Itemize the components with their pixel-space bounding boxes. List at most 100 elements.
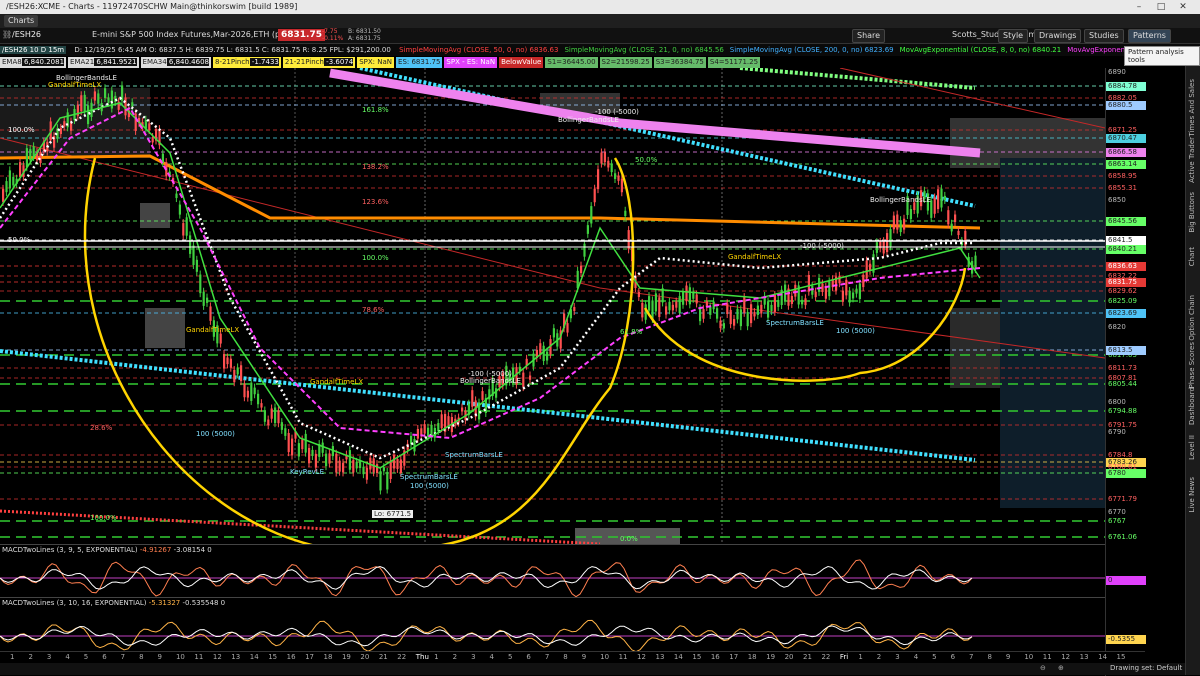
candle-body: [355, 461, 358, 469]
study-entry[interactable]: MovAvgExponential (CLOSE, 8, 0, no) 6840…: [900, 46, 1062, 54]
drawing-set[interactable]: Drawing set: Default: [1110, 664, 1182, 672]
study-entry[interactable]: SimpleMovingAvg (CLOSE, 50, 0, no) 6836.…: [399, 46, 558, 54]
tab-charts[interactable]: Charts: [4, 15, 39, 27]
candle-body: [719, 320, 722, 329]
price-level-label: 6831.75: [1106, 278, 1146, 287]
price-level-label: 6870.47: [1106, 134, 1146, 143]
candle-body: [753, 312, 756, 317]
candle-body: [573, 307, 576, 312]
studies-button[interactable]: Studies: [1084, 29, 1124, 43]
candle-body: [617, 175, 620, 181]
time-tick: 1: [10, 653, 15, 661]
time-tick: 1: [434, 653, 439, 661]
symbol-input[interactable]: /ESH26: [12, 30, 41, 39]
candle-body: [233, 369, 236, 383]
zoom-out-icon[interactable]: ⊖: [1040, 664, 1046, 672]
candle-body: [940, 188, 943, 208]
price-chart[interactable]: 161.8% 100.0% 138.2% 123.6% 100.0% 78.6% 50.0%…: [0, 66, 1106, 554]
style-button[interactable]: Style: [998, 29, 1029, 43]
candle-body: [903, 218, 906, 230]
macd-panel-1[interactable]: MACDTwoLines (3, 9, 5, EXPONENTIAL) -4.9…: [0, 544, 1105, 598]
candle-body: [80, 95, 83, 112]
study-entry[interactable]: SimpleMovingAvg (CLOSE, 21, 0, no) 6845.…: [564, 46, 723, 54]
price-axis[interactable]: 0 -0.5355 6890 6884.78 6882.05 6880.5 6871.2…: [1105, 68, 1146, 676]
study-list: SimpleMovingAvg (CLOSE, 50, 0, no) 6836.…: [399, 46, 1200, 54]
candle-body: [189, 235, 192, 254]
sidebar-item[interactable]: Live News: [1188, 477, 1196, 512]
study-entry[interactable]: SimpleMovingAvg (CLOSE, 200, 0, no) 6823…: [730, 46, 894, 54]
candle-body: [607, 160, 610, 168]
time-tick: 2: [876, 653, 882, 661]
fib-level-label: 78.6%: [362, 306, 385, 314]
minus100-label: -100 (-5000): [595, 108, 639, 116]
sidebar-item[interactable]: Chart: [1188, 247, 1196, 266]
time-tick: 11: [1042, 653, 1052, 661]
price-level-label: 6825.09: [1108, 297, 1137, 305]
time-tick: 3: [895, 653, 900, 661]
sidebar-item[interactable]: Option Chain: [1188, 295, 1196, 341]
candle-body: [379, 471, 382, 491]
candle-body: [773, 295, 776, 312]
candle-body: [352, 459, 355, 473]
macd1-header: MACDTwoLines (3, 9, 5, EXPONENTIAL) -4.9…: [2, 546, 212, 554]
indicator-label-text: SPX: NaN: [359, 58, 393, 66]
candle-body: [590, 206, 593, 224]
chart-canvas[interactable]: [0, 66, 1106, 554]
indicator-label-text: S4=51171.25: [709, 58, 759, 66]
link-icon[interactable]: ⛓: [2, 30, 12, 39]
candle-body: [437, 423, 440, 432]
share-button[interactable]: Share: [852, 29, 886, 43]
sidebar-item[interactable]: Phase Scores: [1188, 342, 1196, 388]
candle-body: [250, 382, 253, 401]
time-tick: 2: [452, 653, 458, 661]
fib-level-label: 138.2%: [362, 163, 389, 171]
candle-body: [413, 438, 416, 452]
macd1-value1: -4.91267: [139, 546, 172, 554]
candle-body: [668, 301, 671, 311]
indicator-label-value: -1.7433: [249, 58, 279, 66]
change-percent: -0.11%: [322, 35, 344, 42]
candle-body: [229, 358, 232, 368]
candle-body: [726, 303, 729, 315]
candle-body: [821, 283, 824, 293]
macd-panel-2[interactable]: MACDTwoLines (3, 10, 16, EXPONENTIAL) -5…: [0, 597, 1105, 653]
time-tick: 18: [747, 653, 757, 661]
candle-body: [365, 467, 368, 480]
indicator-label: SPX - ES: NaN: [444, 57, 498, 68]
candle-body: [39, 151, 42, 164]
indicator-label: SPX: NaN: [357, 57, 395, 68]
time-tick: 12: [637, 653, 646, 661]
sidebar-item[interactable]: Times And Sales: [1188, 79, 1196, 137]
candle-body: [685, 285, 688, 302]
sidebar-item[interactable]: Big Buttons: [1188, 192, 1196, 233]
drawings-button[interactable]: Drawings: [1034, 29, 1082, 43]
fib-level-label: 28.6%: [90, 424, 113, 432]
price-level-label: 6790: [1108, 428, 1126, 436]
sidebar-item[interactable]: Level II: [1188, 435, 1196, 460]
indicator-label-text: EMA34: [142, 58, 167, 66]
minimize-button[interactable]: –: [1128, 0, 1150, 14]
patterns-button[interactable]: Patterns: [1128, 29, 1171, 43]
spectrum-label: SpectrumBarsLE: [766, 319, 824, 327]
price-level-label: 6800: [1108, 398, 1126, 406]
close-button[interactable]: ✕: [1172, 0, 1194, 14]
zoom-in-icon[interactable]: ⊕: [1058, 664, 1064, 672]
maximize-button[interactable]: □: [1150, 0, 1172, 14]
candle-body: [794, 284, 797, 297]
time-tick: 6: [526, 653, 531, 661]
chart-period[interactable]: /ESH26 10 D 15m: [0, 46, 67, 54]
candle-body: [566, 323, 569, 333]
candle-body: [223, 354, 226, 369]
time-tick: 15: [692, 653, 702, 661]
candle-body: [376, 464, 379, 474]
sidebar-item[interactable]: Active Trader: [1188, 137, 1196, 183]
candle-body: [801, 299, 804, 305]
candle-body: [855, 288, 858, 294]
spectrum-label: SpectrumBarsLE: [445, 451, 503, 459]
price-level-label: 6770: [1108, 508, 1126, 516]
candle-body: [19, 162, 22, 177]
price-level-label: 6820: [1108, 323, 1126, 331]
sidebar-item[interactable]: Dashboard: [1188, 387, 1196, 425]
price-level-label: 6836.63: [1106, 262, 1146, 271]
indicator-label-text: S3=36384.75: [655, 58, 704, 66]
